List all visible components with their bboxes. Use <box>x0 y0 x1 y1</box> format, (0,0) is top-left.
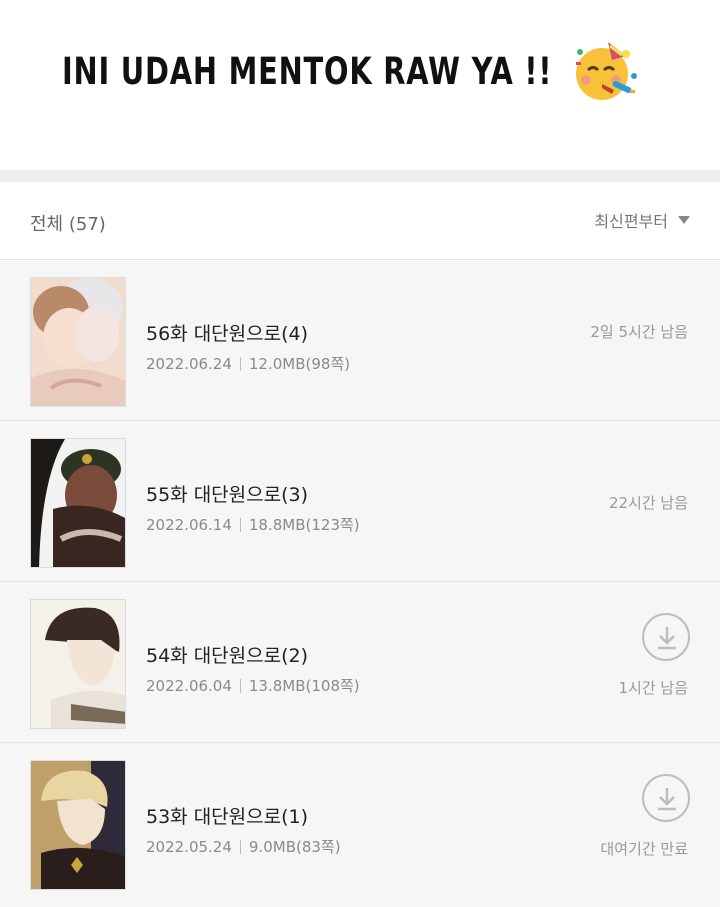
episode-date: 2022.05.24 <box>146 837 232 856</box>
episode-meta: 2022.05.24 9.0MB(83쪽) <box>146 836 341 857</box>
episode-row[interactable]: 55화 대단원으로(3) 2022.06.14 18.8MB(123쪽) 22시… <box>0 422 720 582</box>
download-button[interactable] <box>642 774 690 822</box>
meta-divider <box>239 517 241 532</box>
episode-date: 2022.06.14 <box>146 515 232 534</box>
download-icon <box>658 788 676 811</box>
triangle-down-icon <box>678 216 690 224</box>
download-icon <box>658 627 676 650</box>
episode-date: 2022.06.04 <box>146 676 232 695</box>
rental-status: 22시간 남음 <box>608 494 688 512</box>
episode-count: 전체 (57) <box>30 214 106 235</box>
episode-title: 54화 대단원으로(2) <box>146 645 309 667</box>
episode-meta: 2022.06.04 13.8MB(108쪽) <box>146 675 360 696</box>
sort-label: 최신편부터 <box>594 212 668 231</box>
episode-row[interactable]: 56화 대단원으로(4) 2022.06.24 12.0MB(98쪽) 2일 5… <box>0 261 720 421</box>
episode-title: 53화 대단원으로(1) <box>146 806 309 828</box>
meta-divider <box>239 839 241 854</box>
download-button[interactable] <box>642 613 690 661</box>
episode-thumbnail <box>30 599 126 729</box>
banner-text: INI UDAH MENTOK RAW YA !! <box>62 50 553 93</box>
episode-list: 56화 대단원으로(4) 2022.06.24 12.0MB(98쪽) 2일 5… <box>0 261 720 907</box>
rental-status: 2일 5시간 남음 <box>590 323 688 341</box>
banner: INI UDAH MENTOK RAW YA !! <box>0 0 720 170</box>
episode-size: 18.8MB(123쪽) <box>248 516 360 534</box>
sort-dropdown[interactable]: 최신편부터 <box>594 208 690 232</box>
rental-status: 대여기간 만료 <box>600 840 688 858</box>
partying-face-icon <box>576 42 637 100</box>
rental-status: 1시간 남음 <box>618 679 688 697</box>
episode-date: 2022.06.24 <box>146 354 232 373</box>
meta-divider <box>239 356 241 371</box>
episode-thumbnail <box>30 760 126 890</box>
episode-size: 13.8MB(108쪽) <box>248 677 360 695</box>
episode-size: 12.0MB(98쪽) <box>248 355 351 373</box>
list-header: 전체 (57) 최신편부터 <box>0 182 720 260</box>
episode-title: 55화 대단원으로(3) <box>146 484 309 506</box>
section-gap <box>0 170 720 182</box>
episode-meta: 2022.06.14 18.8MB(123쪽) <box>146 514 360 535</box>
episode-meta: 2022.06.24 12.0MB(98쪽) <box>146 353 350 374</box>
episode-row[interactable]: 54화 대단원으로(2) 2022.06.04 13.8MB(108쪽) 1시간… <box>0 583 720 743</box>
episode-title: 56화 대단원으로(4) <box>146 323 309 345</box>
episode-row[interactable]: 53화 대단원으로(1) 2022.05.24 9.0MB(83쪽) 대여기간 … <box>0 744 720 904</box>
meta-divider <box>239 678 241 693</box>
episode-size: 9.0MB(83쪽) <box>248 838 341 856</box>
episode-thumbnail <box>30 438 126 568</box>
episode-thumbnail <box>30 277 126 407</box>
